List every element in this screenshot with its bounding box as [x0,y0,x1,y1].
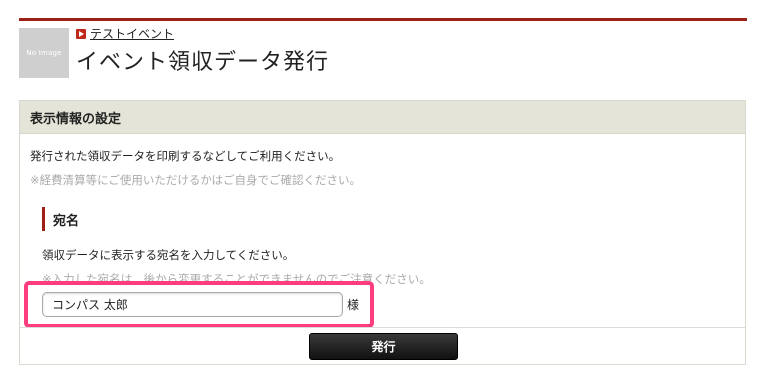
addressee-description: 領収データに表示する宛名を入力してください。 [42,248,295,262]
expense-note: ※経費清算等にご使用いただけるかはご自身でご確認ください。 [30,173,361,187]
thumbnail-placeholder-text: No Image [26,49,62,57]
page-title: イベント領収データ発行 [76,50,330,75]
issue-button[interactable]: 発行 [309,333,458,360]
play-square-icon [76,28,86,39]
addressee-input[interactable] [42,292,343,317]
addressee-section-title: 宛名 [42,207,79,231]
issue-button-label: 発行 [371,340,396,354]
addressee-title-text: 宛名 [53,213,80,229]
honorific-suffix: 様 [347,298,360,312]
event-thumbnail: No Image [19,28,69,78]
event-link[interactable]: テストイベント [76,25,174,42]
header-divider [19,18,747,21]
panel-footer-divider [20,327,745,328]
panel-title: 表示情報の設定 [30,111,122,127]
event-link-label[interactable]: テストイベント [90,25,174,42]
panel-header: 表示情報の設定 [20,101,745,134]
intro-text: 発行された領収データを印刷するなどしてご利用ください。 [30,149,341,163]
display-settings-panel: 表示情報の設定 発行された領収データを印刷するなどしてご利用ください。 ※経費清… [19,100,746,365]
